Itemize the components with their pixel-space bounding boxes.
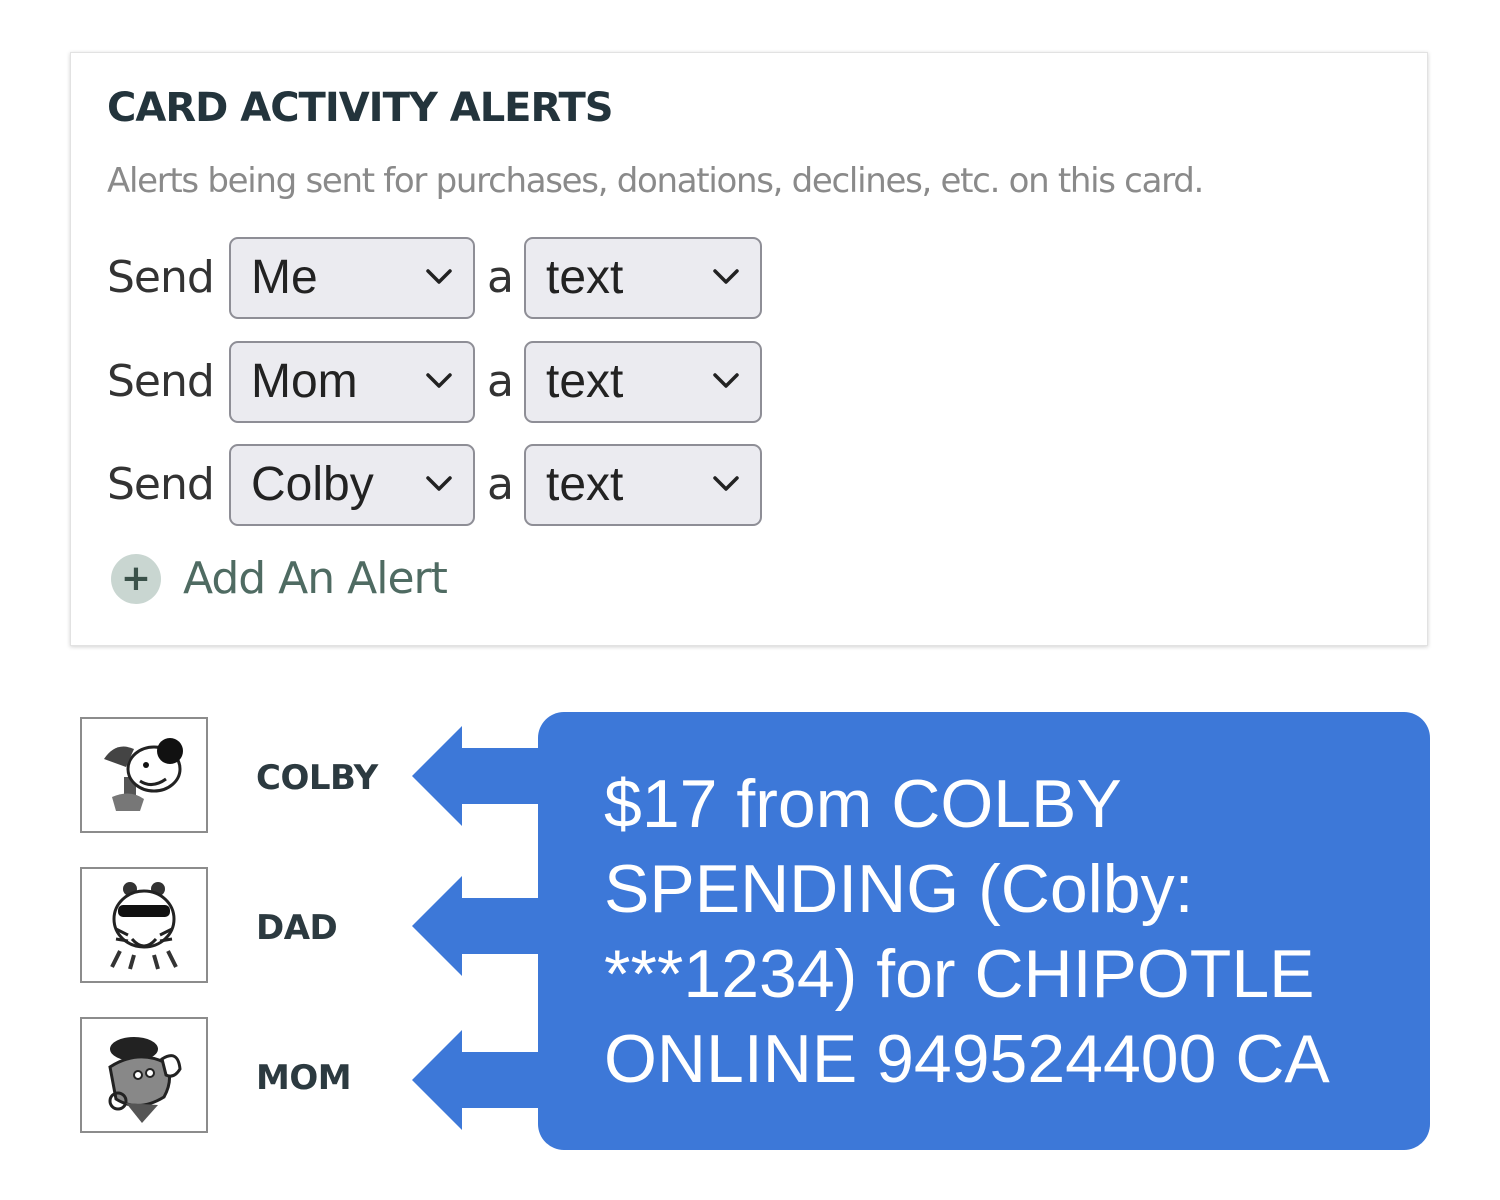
alert-message-text: $17 from COLBY SPENDING (Colby: ***1234)… xyxy=(604,766,1330,1097)
arrow-left-icon xyxy=(412,726,552,826)
text-message-bubble: $17 from COLBY SPENDING (Colby: ***1234)… xyxy=(538,712,1430,1150)
arrow-left-icon xyxy=(412,876,552,976)
arrow-left-icon xyxy=(412,1030,552,1130)
